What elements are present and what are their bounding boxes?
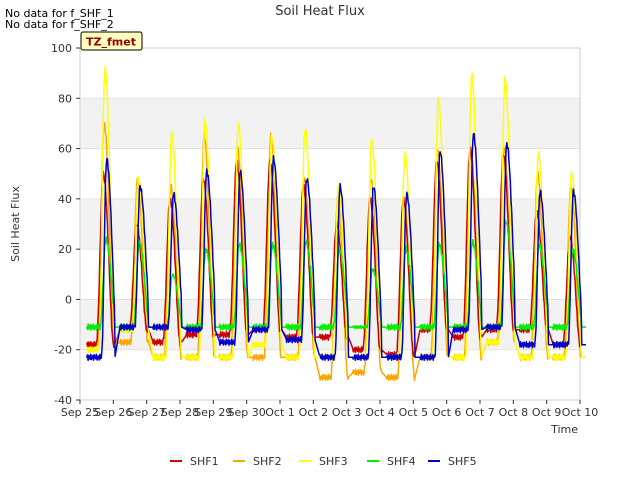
- chart-figure: No data for f_SHF_1 No data for f_SHF_2 …: [0, 0, 640, 480]
- y-axis-label: Soil Heat Flux: [9, 186, 22, 262]
- x-tick-label: Sep 30: [228, 406, 266, 419]
- x-tick-label: Oct 3: [332, 406, 362, 419]
- y-tick-label: 0: [65, 293, 72, 306]
- y-tick-label: 40: [58, 193, 72, 206]
- x-axis-label: Time: [550, 423, 578, 436]
- tz-badge: TZ_fmet: [80, 31, 143, 51]
- x-tick-label: Oct 2: [299, 406, 329, 419]
- grid-band: [80, 98, 580, 149]
- x-tick-label: Oct 6: [432, 406, 462, 419]
- legend-label-shf2: SHF2: [253, 455, 282, 468]
- y-axis-ticks: -40-20020406080100: [51, 42, 80, 407]
- x-tick-label: Oct 9: [532, 406, 562, 419]
- y-tick-label: 80: [58, 92, 72, 105]
- legend-label-shf5: SHF5: [448, 455, 477, 468]
- x-tick-label: Oct 1: [265, 406, 295, 419]
- tz-badge-label: TZ_fmet: [86, 36, 136, 49]
- legend-label-shf4: SHF4: [387, 455, 416, 468]
- y-tick-label: 60: [58, 143, 72, 156]
- legend-label-shf3: SHF3: [319, 455, 348, 468]
- chart-title: Soil Heat Flux: [275, 4, 365, 19]
- x-tick-label: Oct 4: [365, 406, 395, 419]
- y-tick-label: 100: [51, 42, 72, 55]
- y-tick-label: 20: [58, 243, 72, 256]
- x-tick-label: Oct 5: [399, 406, 429, 419]
- x-tick-label: Oct 7: [465, 406, 495, 419]
- y-tick-label: -20: [54, 344, 72, 357]
- legend: SHF1 SHF2 SHF3 SHF4 SHF5: [170, 455, 477, 468]
- x-tick-label: Oct 8: [499, 406, 529, 419]
- x-axis-ticks: Sep 25Sep 26Sep 27Sep 28Sep 29Sep 30 Oct …: [61, 400, 598, 419]
- soil-heat-flux-chart: -40-20020406080100 Sep 25Sep 26Sep 27Sep…: [9, 4, 598, 468]
- x-tick-label: Oct 10: [562, 406, 599, 419]
- legend-label-shf1: SHF1: [190, 455, 219, 468]
